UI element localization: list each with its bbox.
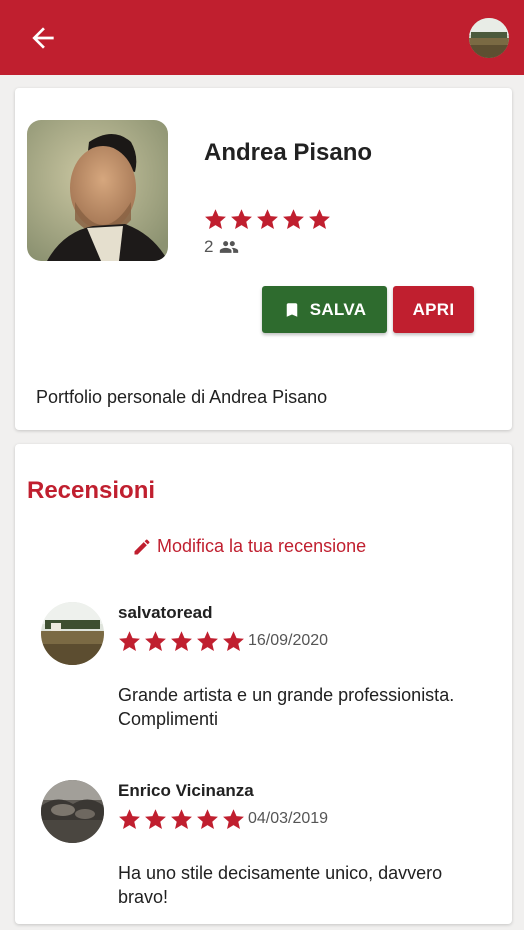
star-icon — [221, 807, 246, 832]
arrow-left-icon — [32, 27, 54, 49]
reviewer-avatar[interactable] — [41, 780, 104, 843]
reviewer-name: Enrico Vicinanza — [118, 781, 254, 800]
profile-rating — [203, 207, 332, 232]
reviewer-avatar[interactable] — [41, 602, 104, 665]
review-rating — [117, 807, 246, 832]
star-icon — [143, 807, 168, 832]
open-button-label: APRI — [412, 299, 455, 319]
profile-card: Andrea Pisano 2 SALVA APRI Portfolio per… — [15, 88, 512, 430]
review-date: 04/03/2019 — [248, 810, 329, 827]
review-item: Enrico Vicinanza 04/03/2019 Ha uno stile… — [41, 780, 501, 930]
bookmark-icon — [286, 302, 297, 317]
star-icon — [195, 629, 220, 654]
star-icon — [281, 207, 306, 232]
profile-name: Andrea Pisano — [204, 139, 373, 166]
star-icon — [229, 207, 254, 232]
open-button[interactable]: APRI — [393, 286, 474, 333]
star-icon — [169, 629, 194, 654]
edit-review-link[interactable]: Modifica la tua recensione — [132, 536, 366, 557]
star-icon — [117, 629, 142, 654]
edit-review-label: Modifica la tua recensione — [157, 536, 367, 556]
reviews-card: Recensioni Modifica la tua recensione sa… — [15, 444, 512, 924]
star-icon — [169, 807, 194, 832]
followers-count: 2 — [204, 237, 239, 257]
star-icon — [221, 629, 246, 654]
pencil-icon — [134, 538, 150, 554]
reviewer-name: salvatoread — [118, 603, 213, 622]
star-icon — [203, 207, 228, 232]
app-bar — [0, 0, 524, 75]
review-date: 16/09/2020 — [248, 632, 329, 649]
profile-description: Portfolio personale di Andrea Pisano — [36, 387, 328, 407]
star-icon — [307, 207, 332, 232]
review-item: salvatoread 16/09/2020 Grande artista e … — [41, 602, 501, 752]
star-icon — [143, 629, 168, 654]
star-icon — [255, 207, 280, 232]
followers-count-value: 2 — [204, 237, 214, 256]
save-button[interactable]: SALVA — [262, 286, 387, 333]
reviews-title: Recensioni — [27, 477, 156, 504]
review-rating — [117, 629, 246, 654]
people-icon — [220, 241, 239, 253]
star-icon — [195, 807, 220, 832]
back-button[interactable] — [27, 22, 59, 54]
star-icon — [117, 807, 142, 832]
save-button-label: SALVA — [309, 299, 367, 319]
review-text: Ha uno stile decisamente unico, davvero … — [118, 863, 443, 907]
user-avatar[interactable] — [469, 18, 509, 58]
review-text: Grande artista e un grande professionist… — [118, 685, 455, 729]
profile-photo — [27, 120, 168, 261]
